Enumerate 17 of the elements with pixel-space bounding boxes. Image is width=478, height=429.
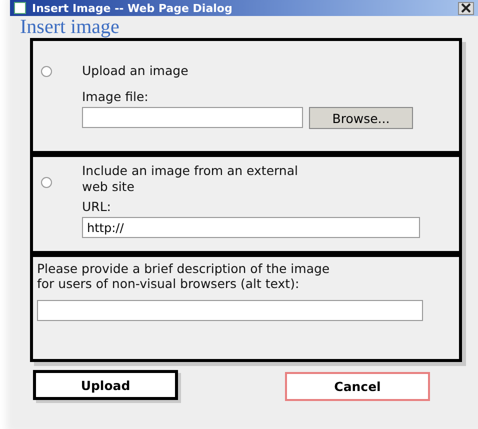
alt-text-field[interactable] <box>37 300 423 321</box>
file-field[interactable] <box>82 107 303 128</box>
field-label: Image file: <box>82 89 150 105</box>
browse-button[interactable]: Browse... <box>309 107 413 129</box>
radio-button[interactable] <box>41 177 52 188</box>
dialog-heading: Insert image <box>20 16 120 38</box>
field-label: URL: <box>82 199 112 215</box>
window-icon <box>14 2 26 14</box>
close-button[interactable] <box>458 2 474 14</box>
field-label: Please provide a brief description of the image for users of non-visual browsers (alt text): <box>37 261 331 291</box>
option-label: Upload an image <box>82 63 190 79</box>
radio-button[interactable] <box>41 66 52 77</box>
window-title: Insert Image -- Web Page Dialog <box>32 2 234 14</box>
cancel-button[interactable]: Cancel <box>285 372 430 401</box>
option-label: Include an image from an external web site <box>82 163 299 195</box>
url-field[interactable]: http:// <box>82 217 420 238</box>
upload-button[interactable]: Upload <box>33 370 178 400</box>
